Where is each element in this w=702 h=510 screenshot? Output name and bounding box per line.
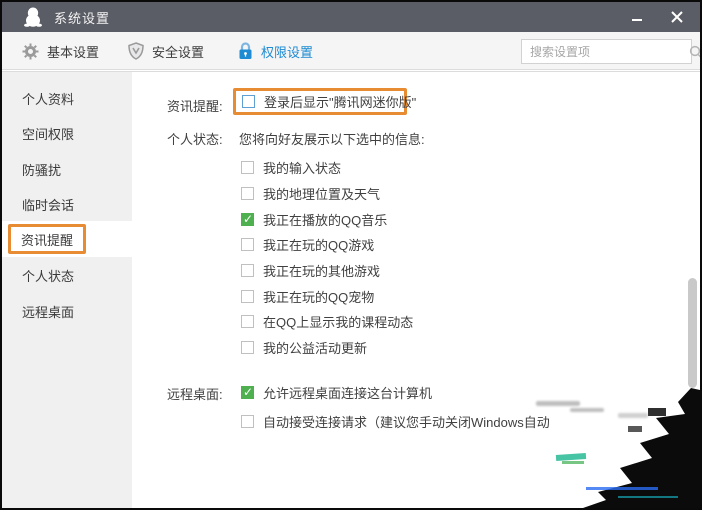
sidebar-item-label: 远程桌面 <box>22 304 75 320</box>
sidebar-item-profile[interactable]: 个人资料 <box>2 80 132 116</box>
option-label: 在QQ上显示我的课程动态 <box>263 315 414 330</box>
shield-icon <box>128 42 144 60</box>
option-row: 我正在玩的QQ宠物 <box>241 287 374 306</box>
option-row: 在QQ上显示我的课程动态 <box>241 312 413 331</box>
option-row: 我正在玩的其他游戏 <box>241 261 380 280</box>
tab-security-label: 安全设置 <box>152 44 205 60</box>
titlebar: 系统设置 <box>2 2 700 32</box>
option-row: 允许远程桌面连接这台计算机 <box>241 383 432 402</box>
checkbox-qq-pet[interactable] <box>241 290 254 303</box>
option-label: 我正在玩的QQ游戏 <box>263 238 375 253</box>
tab-security-settings[interactable]: 安全设置 <box>128 32 204 70</box>
sidebar-item-remote-desktop[interactable]: 远程桌面 <box>2 293 132 329</box>
checkbox-location-weather[interactable] <box>241 187 254 200</box>
option-label: 我正在玩的其他游戏 <box>263 264 381 279</box>
checkbox-course-updates[interactable] <box>241 315 254 328</box>
option-label: 自动接受连接请求（建议您手动关闭Windows自动 <box>263 415 550 430</box>
option-label: 我正在玩的QQ宠物 <box>263 290 375 305</box>
option-row: 我的地理位置及天气 <box>241 184 380 203</box>
content-panel: 资讯提醒: 登录后显示"腾讯网迷你版" 个人状态: 您将向好友展示以下选中的信息… <box>132 71 700 508</box>
option-label: 我的公益活动更新 <box>263 341 368 356</box>
option-row: 自动接受连接请求（建议您手动关闭Windows自动 <box>241 412 550 431</box>
sidebar-item-label: 资讯提醒 <box>21 232 74 248</box>
option-row: 我正在玩的QQ游戏 <box>241 235 374 254</box>
sidebar-item-label: 防骚扰 <box>22 162 62 178</box>
settings-window: 系统设置 基本设置 安全设置 权限设置 搜索设置项 个人资料 空间权限 防骚扰 … <box>0 0 702 510</box>
sidebar-item-anti-harass[interactable]: 防骚扰 <box>2 151 132 187</box>
scrollbar-thumb[interactable] <box>688 278 697 388</box>
sidebar-item-news-alert[interactable]: 资讯提醒 <box>2 221 132 257</box>
smudge-noise <box>570 408 604 412</box>
option-row: 我的输入状态 <box>241 158 341 177</box>
tab-basic-label: 基本设置 <box>47 44 100 60</box>
minimize-button[interactable] <box>624 5 650 29</box>
option-row: 我正在播放的QQ音乐 <box>241 210 387 229</box>
search-icon[interactable] <box>689 45 702 59</box>
sidebar-item-temp-session[interactable]: 临时会话 <box>2 186 132 222</box>
sidebar-item-space-permission[interactable]: 空间权限 <box>2 115 132 151</box>
lock-icon <box>239 42 252 59</box>
checkbox-mini-portal[interactable] <box>242 95 255 108</box>
checkbox-typing-status[interactable] <box>241 161 254 174</box>
window-title: 系统设置 <box>54 10 111 26</box>
status-description: 您将向好友展示以下选中的信息: <box>239 132 425 147</box>
checkbox-auto-accept[interactable] <box>241 415 254 428</box>
qq-penguin-icon <box>24 7 42 27</box>
sidebar-item-personal-status[interactable]: 个人状态 <box>2 257 132 293</box>
sidebar-item-label: 空间权限 <box>22 126 75 142</box>
section-label-news: 资讯提醒: <box>167 99 223 114</box>
smudge-noise <box>536 401 580 406</box>
sidebar-item-label: 个人状态 <box>22 268 75 284</box>
checkbox-other-games[interactable] <box>241 264 254 277</box>
option-label: 允许远程桌面连接这台计算机 <box>263 386 433 401</box>
smudge-noise <box>618 413 648 418</box>
checkbox-allow-remote[interactable] <box>241 385 254 399</box>
checkbox-charity-updates[interactable] <box>241 341 254 354</box>
option-label: 登录后显示"腾讯网迷你版" <box>264 95 417 110</box>
close-icon <box>671 11 683 23</box>
section-label-status: 个人状态: <box>167 132 223 147</box>
tab-permission-settings[interactable]: 权限设置 <box>238 32 313 70</box>
tabbar: 基本设置 安全设置 权限设置 <box>2 32 700 70</box>
close-button[interactable] <box>664 5 690 29</box>
option-label: 我的地理位置及天气 <box>263 187 381 202</box>
sidebar: 个人资料 空间权限 防骚扰 临时会话 资讯提醒 个人状态 远程桌面 <box>2 71 132 508</box>
search-box <box>521 39 700 64</box>
tab-permission-label: 权限设置 <box>261 44 314 60</box>
sidebar-item-label: 临时会话 <box>22 197 75 213</box>
orange-highlight-box: 资讯提醒 <box>8 224 87 254</box>
search-input[interactable] <box>522 40 689 63</box>
section-label-remote: 远程桌面: <box>167 387 223 402</box>
gear-icon <box>22 43 39 59</box>
option-label: 我正在播放的QQ音乐 <box>263 213 388 228</box>
tab-basic-settings[interactable]: 基本设置 <box>22 32 99 70</box>
minimize-icon <box>632 19 642 21</box>
sidebar-item-label: 个人资料 <box>22 91 75 107</box>
checkbox-qq-music[interactable] <box>241 212 254 226</box>
option-label: 我的输入状态 <box>263 161 342 176</box>
orange-highlight-box: 登录后显示"腾讯网迷你版" <box>233 88 416 115</box>
checkbox-qq-games[interactable] <box>241 238 254 251</box>
option-row: 我的公益活动更新 <box>241 338 367 357</box>
